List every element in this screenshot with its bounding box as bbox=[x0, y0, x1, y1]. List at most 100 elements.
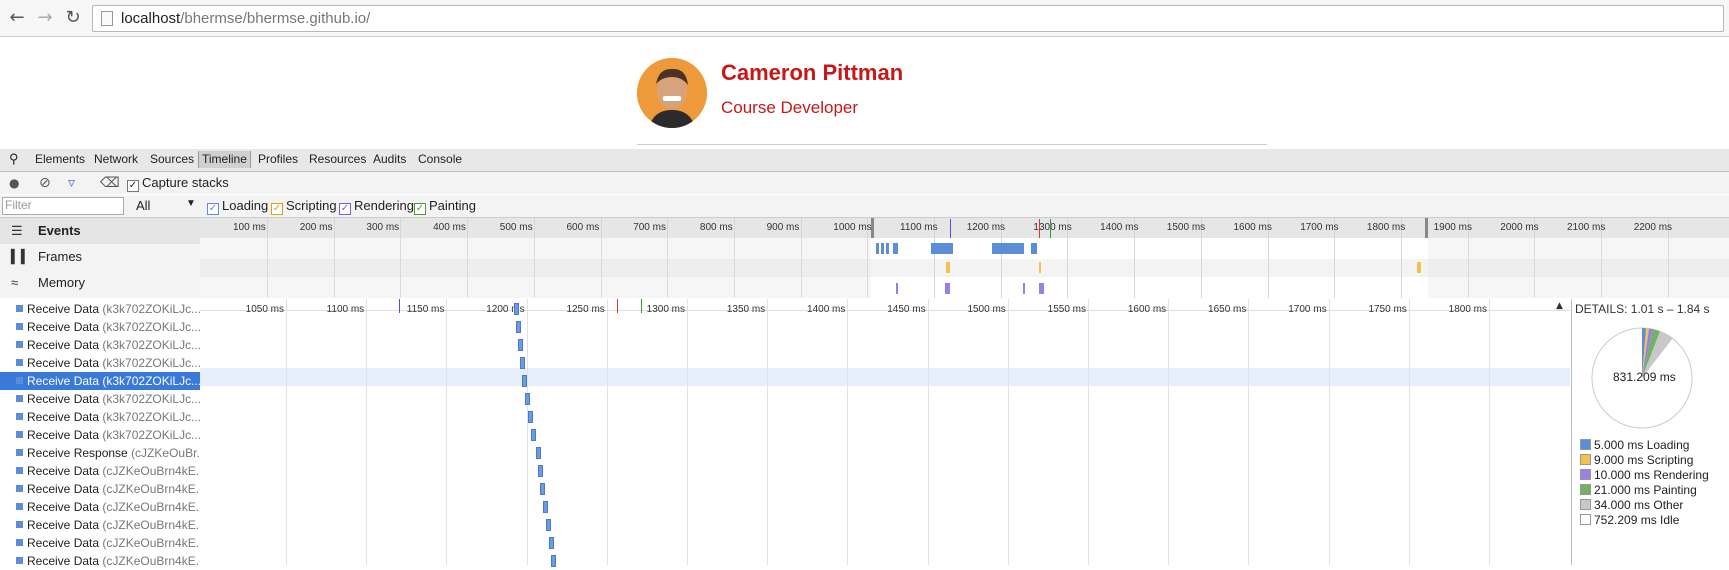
overview-scripting-mark bbox=[946, 262, 950, 273]
record-row[interactable]: Receive Response (cJZKeOuBr... bbox=[0, 444, 200, 462]
category-painting-checkbox[interactable]: ✓ Painting bbox=[414, 198, 476, 215]
overview-window-handle-right[interactable] bbox=[1425, 218, 1428, 238]
checkbox-icon: ✓ bbox=[339, 203, 351, 215]
record-row[interactable]: Receive Data (k3k702ZOKiLJc... bbox=[0, 336, 200, 354]
flame-gridline bbox=[1328, 299, 1330, 565]
legend-swatch bbox=[1580, 439, 1591, 450]
flame-bar[interactable] bbox=[543, 501, 548, 513]
record-row[interactable]: Receive Data (k3k702ZOKiLJc... bbox=[0, 300, 200, 318]
scroll-up-icon[interactable]: ▲ bbox=[1556, 301, 1563, 311]
flame-bar[interactable] bbox=[538, 465, 543, 477]
forward-icon[interactable]: → bbox=[34, 7, 56, 29]
loading-category-icon bbox=[16, 341, 23, 348]
record-label: Receive Data (k3k702ZOKiLJc... bbox=[27, 320, 200, 334]
tab-network[interactable]: Network bbox=[94, 152, 138, 166]
flame-bar[interactable] bbox=[514, 303, 519, 315]
view-frames[interactable]: ▍▍ Frames bbox=[0, 244, 200, 270]
tab-profiles[interactable]: Profiles bbox=[258, 152, 298, 166]
overview-window-handle-left[interactable] bbox=[871, 218, 874, 238]
tab-resources[interactable]: Resources bbox=[309, 152, 366, 166]
legend-item: 34.000 ms Other bbox=[1580, 498, 1683, 512]
back-icon[interactable]: ← bbox=[6, 7, 28, 29]
record-row[interactable]: Receive Data (cJZKeOuBrn4kE... bbox=[0, 480, 200, 498]
filter-select[interactable]: All ▼ bbox=[136, 198, 196, 213]
flame-tick-label: 1750 ms bbox=[1368, 304, 1407, 315]
view-memory[interactable]: ≈ Memory bbox=[0, 270, 200, 296]
view-events[interactable]: ☰ Events bbox=[0, 218, 200, 244]
legend-item: 21.000 ms Painting bbox=[1580, 483, 1697, 497]
record-label: Receive Data (k3k702ZOKiLJc... bbox=[27, 302, 200, 316]
overview-tick-label: 300 ms bbox=[366, 222, 400, 233]
flame-load-marker bbox=[617, 299, 618, 313]
tab-console[interactable]: Console bbox=[418, 152, 462, 166]
tab-sources[interactable]: Sources bbox=[150, 152, 194, 166]
overview-tick-label: 600 ms bbox=[566, 222, 600, 233]
record-row[interactable]: Receive Data (cJZKeOuBrn4kE... bbox=[0, 534, 200, 552]
record-row[interactable]: Receive Data (k3k702ZOKiLJc... bbox=[0, 426, 200, 444]
record-icon[interactable]: ● bbox=[9, 175, 19, 191]
category-loading-checkbox[interactable]: ✓ Loading bbox=[207, 198, 268, 215]
record-row[interactable]: Receive Data (cJZKeOuBrn4kE... bbox=[0, 552, 200, 570]
flame-bar[interactable] bbox=[525, 393, 530, 405]
address-bar[interactable]: localhost/bhermse/bhermse.github.io/ bbox=[92, 5, 1724, 32]
search-icon[interactable]: ⚲ bbox=[9, 151, 19, 167]
flame-tick-label: 1650 ms bbox=[1208, 304, 1247, 315]
flame-bar[interactable] bbox=[540, 483, 545, 495]
loading-category-icon bbox=[16, 503, 23, 510]
overview-scripting-mark bbox=[1039, 262, 1041, 273]
url-host: localhost bbox=[121, 10, 181, 27]
overview-loading-mark bbox=[1031, 243, 1037, 254]
flame-tick-label: 1700 ms bbox=[1288, 304, 1327, 315]
tab-timeline[interactable]: Timeline bbox=[198, 151, 251, 168]
events-icon: ☰ bbox=[11, 223, 23, 238]
url-path: /bhermse/bhermse.github.io/ bbox=[180, 10, 371, 27]
legend-item: 5.000 ms Loading bbox=[1580, 438, 1689, 452]
flame-bar[interactable] bbox=[520, 357, 525, 369]
record-row[interactable]: Receive Data (k3k702ZOKiLJc... bbox=[0, 390, 200, 408]
loading-category-icon bbox=[16, 323, 23, 330]
reload-icon[interactable]: ↻ bbox=[62, 7, 84, 29]
record-row[interactable]: Receive Data (cJZKeOuBrn4kE... bbox=[0, 462, 200, 480]
flame-bar[interactable] bbox=[551, 555, 556, 567]
flame-bar[interactable] bbox=[549, 537, 554, 549]
flame-tick-label: 1100 ms bbox=[326, 304, 365, 315]
record-row[interactable]: Receive Data (k3k702ZOKiLJc... bbox=[0, 372, 200, 390]
overview-scripting-mark bbox=[1417, 262, 1421, 273]
record-row[interactable]: Receive Data (cJZKeOuBrn4kE... bbox=[0, 516, 200, 534]
tab-audits[interactable]: Audits bbox=[373, 152, 406, 166]
flame-bar[interactable] bbox=[522, 375, 527, 387]
category-scripting-checkbox[interactable]: ✓ Scripting bbox=[271, 198, 337, 215]
capture-stacks-checkbox[interactable]: ✓ Capture stacks bbox=[127, 175, 229, 192]
record-row[interactable]: Receive Data (k3k702ZOKiLJc... bbox=[0, 318, 200, 336]
clear-icon[interactable]: ⊘ bbox=[39, 175, 51, 191]
flame-bar[interactable] bbox=[531, 429, 536, 441]
overview-tick-label: 200 ms bbox=[299, 222, 333, 233]
trash-icon[interactable]: ⌫ bbox=[100, 175, 120, 191]
flame-bar[interactable] bbox=[518, 339, 523, 351]
filter-icon[interactable]: ▿ bbox=[68, 175, 75, 191]
overview-tick-label: 500 ms bbox=[499, 222, 533, 233]
timeline-flame-area[interactable] bbox=[200, 299, 1570, 565]
flame-bar[interactable] bbox=[546, 519, 551, 531]
overview-tick-label: 100 ms bbox=[233, 222, 266, 233]
devtools-tabbar: ⚲ Elements Network Sources Timeline Prof… bbox=[0, 149, 1729, 172]
timeline-toolbar: ● ⊘ ▿ ⌫ ✓ Capture stacks bbox=[0, 172, 1729, 194]
overview-tick-label: 1800 ms bbox=[1366, 222, 1406, 233]
record-label: Receive Data (k3k702ZOKiLJc... bbox=[27, 374, 200, 388]
overview-loading-mark bbox=[876, 243, 879, 254]
flame-bar[interactable] bbox=[528, 411, 533, 423]
flame-gridline bbox=[687, 299, 688, 565]
record-row[interactable]: Receive Data (cJZKeOuBrn4kE... bbox=[0, 498, 200, 516]
record-row[interactable]: Receive Data (k3k702ZOKiLJc... bbox=[0, 354, 200, 372]
tab-elements[interactable]: Elements bbox=[35, 152, 85, 166]
category-rendering-checkbox[interactable]: ✓ Rendering bbox=[339, 198, 414, 215]
filter-input[interactable]: Filter bbox=[2, 197, 124, 215]
record-row[interactable]: Receive Data (k3k702ZOKiLJc... bbox=[0, 408, 200, 426]
flame-bar[interactable] bbox=[516, 321, 521, 333]
overview-loading-mark bbox=[931, 243, 953, 254]
overview-tick-label: 1400 ms bbox=[1100, 222, 1139, 233]
legend-label: Painting bbox=[1653, 483, 1697, 497]
flame-tick-label: 1600 ms bbox=[1127, 304, 1167, 315]
flame-bar[interactable] bbox=[536, 447, 541, 459]
checkbox-icon: ✓ bbox=[414, 203, 426, 215]
